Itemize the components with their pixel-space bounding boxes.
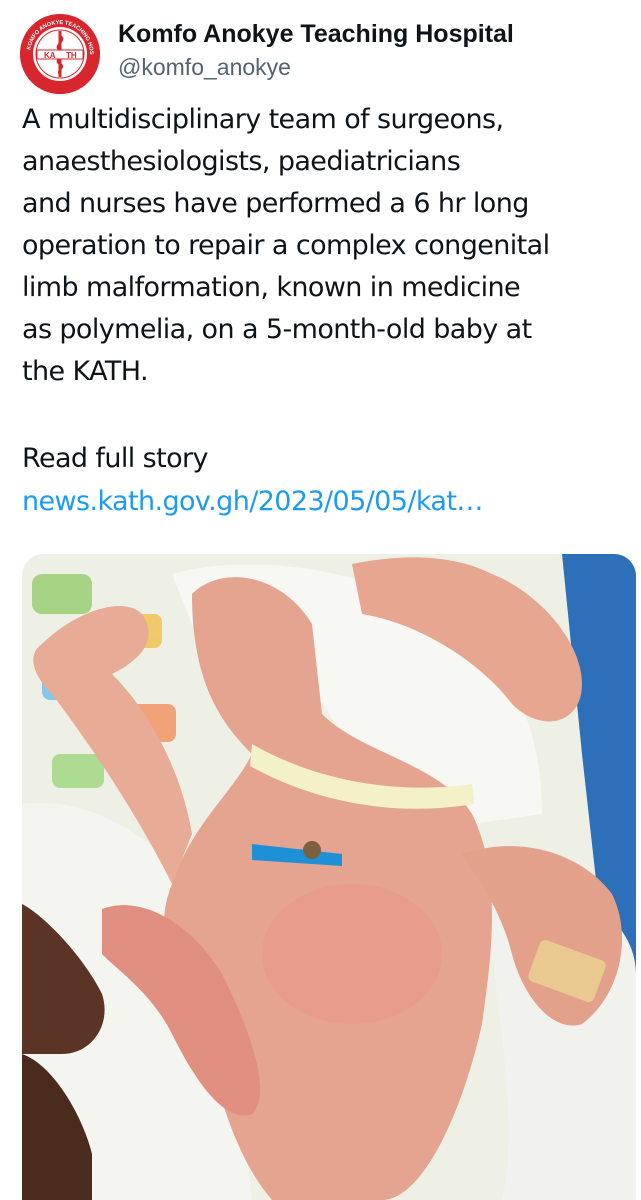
read-full-story-text: Read full story [22, 443, 208, 474]
tweet-text-line: and nurses have performed a 6 hr long [22, 188, 529, 219]
svg-text:TH: TH [66, 51, 77, 60]
tweet-text-line: anaesthesiologists, paediatricians [22, 146, 461, 177]
svg-text:KA: KA [44, 51, 56, 60]
tweet-text-line: A multidisciplinary team of surgeons, [22, 104, 504, 135]
story-link[interactable]: news.kath.gov.gh/2023/05/05/kat… [22, 481, 483, 523]
hospital-crest-logo: KA TH KOMFO ANOKYE TEACHING HOSPITAL, KU… [20, 14, 100, 94]
tweet-text-line: operation to repair a complex congenital [22, 230, 550, 261]
tweet-author: Komfo Anokye Teaching Hospital @komfo_an… [118, 18, 628, 82]
photo-baby-on-blanket [22, 554, 636, 1200]
avatar[interactable]: KA TH KOMFO ANOKYE TEACHING HOSPITAL, KU… [20, 14, 100, 94]
tweet[interactable]: KA TH KOMFO ANOKYE TEACHING HOSPITAL, KU… [0, 0, 641, 1200]
tweet-text-line: limb malformation, known in medicine [22, 272, 521, 303]
tweet-text: A multidisciplinary team of surgeons, an… [22, 99, 632, 393]
author-handle[interactable]: @komfo_anokye [118, 52, 628, 82]
tweet-text-line: the KATH. [22, 356, 149, 387]
author-display-name[interactable]: Komfo Anokye Teaching Hospital [118, 18, 628, 50]
tweet-media-photo[interactable] [22, 554, 636, 1200]
tweet-text-line: as polymelia, on a 5-month-old baby at [22, 314, 532, 345]
